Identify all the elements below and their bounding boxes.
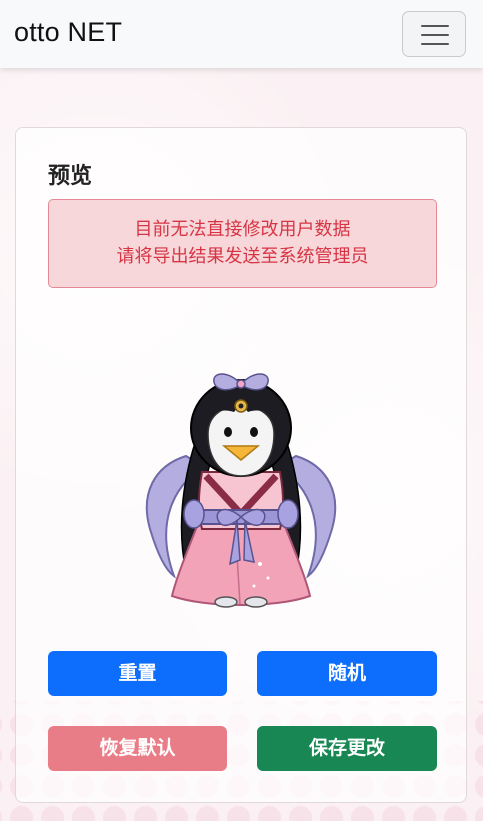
alert-line-1: 目前无法直接修改用户数据 [134, 219, 351, 240]
hamburger-bar-bottom [421, 43, 449, 45]
penguin-avatar [136, 364, 346, 614]
warning-alert: 目前无法直接修改用户数据 请将导出结果发送至系统管理员 [48, 199, 437, 288]
restore-default-button[interactable]: 恢复默认 [48, 726, 227, 771]
menu-toggle-button[interactable] [402, 11, 466, 57]
penguin-avatar-icon [145, 373, 337, 608]
card-title: 预览 [48, 164, 93, 189]
reset-button[interactable]: 重置 [48, 651, 227, 696]
alert-line-2: 请将导出结果发送至系统管理员 [116, 246, 369, 267]
save-changes-button[interactable]: 保存更改 [257, 726, 437, 771]
hamburger-bar-middle [421, 34, 449, 36]
brand-name[interactable]: otto NET [14, 17, 122, 48]
random-button[interactable]: 随机 [257, 651, 437, 696]
hamburger-bar-top [421, 25, 449, 27]
top-navbar: otto NET [0, 0, 483, 68]
preview-card: 预览 目前无法直接修改用户数据 请将导出结果发送至系统管理员 重置 随机 恢复默… [15, 127, 467, 803]
